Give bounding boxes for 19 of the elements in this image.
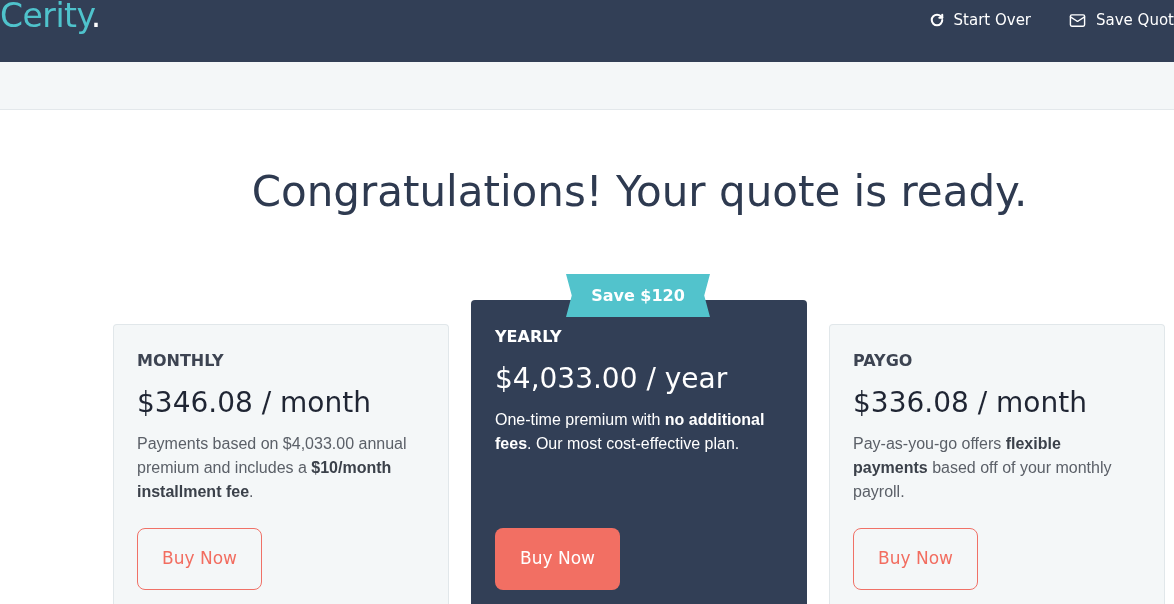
- plan-name: PAYGO: [853, 350, 913, 372]
- plan-price: $336.08 / month: [853, 385, 1087, 421]
- refresh-icon: [929, 13, 944, 27]
- logo: Cerity.: [0, 0, 101, 36]
- plan-description: One-time premium with no additional fees. Our most cost-effective plan.: [495, 410, 766, 454]
- plan-name: YEARLY: [495, 326, 562, 348]
- envelope-icon: [1069, 11, 1087, 29]
- buy-now-button[interactable]: Buy Now: [853, 528, 978, 590]
- plan-price: $346.08 / month: [137, 385, 371, 421]
- header-link[interactable]: Start Over: [929, 8, 1032, 32]
- plan-description: Payments based on $4,033.00 annual premium and includes a $10/month installment fee.: [137, 434, 408, 502]
- plan-description: Pay-as-you-go offers flexible payments based off of your monthly payroll.: [853, 434, 1113, 502]
- buy-now-button[interactable]: Buy Now: [137, 528, 262, 590]
- plan-price: $4,033.00 / year: [495, 361, 728, 397]
- plan-name: MONTHLY: [137, 350, 224, 372]
- header-link[interactable]: Save Quot: [1069, 8, 1174, 32]
- page-heading: Congratulations! Your quote is ready.: [250, 168, 1029, 216]
- buy-now-button[interactable]: Buy Now: [495, 528, 620, 590]
- savings-ribbon: Save $120: [566, 274, 710, 317]
